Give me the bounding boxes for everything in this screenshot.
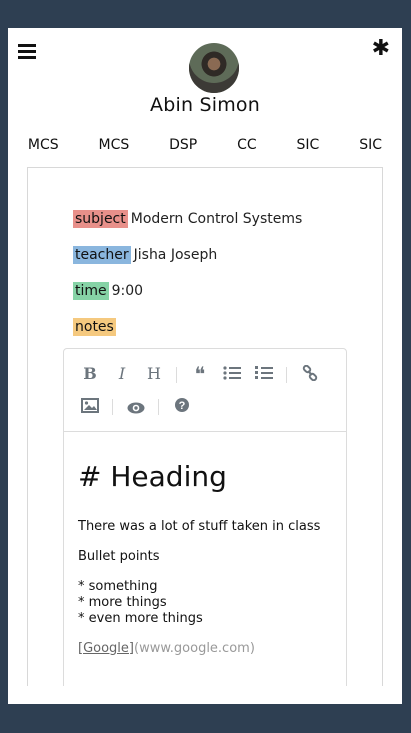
subject-value: Modern Control Systems xyxy=(130,211,303,227)
toolbar-divider xyxy=(176,367,177,383)
bullet-item: * even more things xyxy=(78,611,203,626)
toolbar-divider xyxy=(158,399,159,415)
subject-tabs: MCS MCS DSP CC SIC SIC xyxy=(8,137,402,159)
help-icon[interactable]: ? xyxy=(171,397,193,417)
markdown-heading: # Heading xyxy=(78,460,227,493)
tab-sic-2[interactable]: SIC xyxy=(355,137,386,159)
toolbar-divider xyxy=(286,367,287,383)
app-frame: ✱ Abin Simon MCS MCS DSP CC SIC SIC subj… xyxy=(8,28,402,704)
link-url: (www.google.com) xyxy=(134,641,255,656)
tab-cc[interactable]: CC xyxy=(233,137,261,159)
content-line: Bullet points xyxy=(78,549,160,564)
avatar xyxy=(189,43,239,93)
italic-icon[interactable]: I xyxy=(111,364,133,383)
unordered-list-icon[interactable] xyxy=(221,365,243,385)
markdown-editor: B I H ❝ ? # Heading There was a lot of s… xyxy=(63,348,347,686)
help-glyph: ? xyxy=(179,400,186,412)
tab-mcs-2[interactable]: MCS xyxy=(95,137,134,159)
time-row: time 9:00 xyxy=(73,282,143,300)
bullet-item: * more things xyxy=(78,595,167,610)
bold-icon[interactable]: B xyxy=(79,364,101,383)
content-line: There was a lot of stuff taken in class xyxy=(78,519,321,534)
subject-tag: subject xyxy=(73,210,128,228)
bullet-list: * something * more things * even more th… xyxy=(78,579,332,627)
notes-tag: notes xyxy=(73,318,116,336)
preview-icon[interactable] xyxy=(125,399,147,418)
subject-row: subject Modern Control Systems xyxy=(73,210,302,228)
link-text[interactable]: [Google] xyxy=(78,641,134,656)
user-name: Abin Simon xyxy=(150,94,260,116)
notes-row: notes xyxy=(73,318,119,336)
bullet-item: * something xyxy=(78,579,158,594)
asterisk-icon[interactable]: ✱ xyxy=(372,38,390,60)
tab-dsp[interactable]: DSP xyxy=(165,137,201,159)
ordered-list-icon[interactable] xyxy=(253,365,275,385)
time-tag: time xyxy=(73,282,109,300)
image-icon[interactable] xyxy=(79,398,101,417)
editor-content[interactable]: # Heading There was a lot of stuff taken… xyxy=(64,460,346,657)
teacher-tag: teacher xyxy=(73,246,131,264)
teacher-value: Jisha Joseph xyxy=(133,247,218,263)
link-line: [Google](www.google.com) xyxy=(78,641,332,657)
hamburger-menu-icon[interactable] xyxy=(18,44,36,60)
class-detail-card: subject Modern Control Systems teacher Jis… xyxy=(27,167,383,686)
teacher-row: teacher Jisha Joseph xyxy=(73,246,217,264)
heading-icon[interactable]: H xyxy=(143,364,165,383)
editor-toolbar: B I H ❝ ? xyxy=(64,349,346,432)
time-value: 9:00 xyxy=(111,283,144,299)
quote-icon[interactable]: ❝ xyxy=(189,362,211,386)
tab-mcs-1[interactable]: MCS xyxy=(24,137,63,159)
link-icon[interactable] xyxy=(299,364,321,385)
tab-sic-1[interactable]: SIC xyxy=(293,137,324,159)
toolbar-divider xyxy=(112,399,113,415)
